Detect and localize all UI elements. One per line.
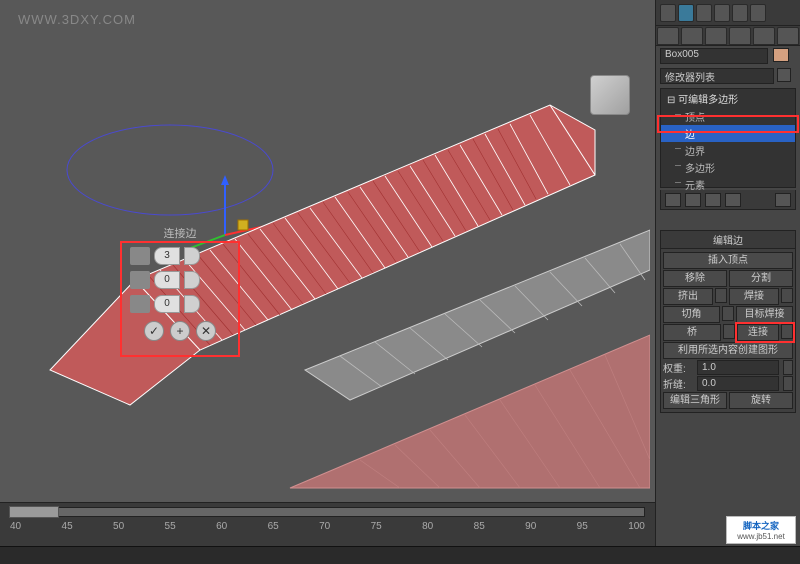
modifier-list-dropdown[interactable]: 修改器列表 [660,68,774,84]
insert-vertex-button[interactable]: 插入顶点 [663,252,793,269]
panel-tab-2[interactable] [681,27,703,45]
tool-hierarchy[interactable] [696,4,712,22]
stack-remove-button[interactable] [725,193,741,207]
turn-button[interactable]: 旋转 [729,392,793,409]
edit-edges-rollout: 编辑边 插入顶点 移除 分割 挤出 焊接 切角 目标焊接 桥 [660,230,796,413]
timeline-track[interactable] [10,507,645,517]
viewcube[interactable] [585,70,635,120]
crease-label: 折缝: [663,376,693,391]
crease-input[interactable]: 0.0 [697,376,779,391]
extrude-settings-button[interactable] [715,288,727,303]
stack-show-button[interactable] [685,193,701,207]
split-button[interactable]: 分割 [729,270,793,287]
bridge-settings-button[interactable] [723,324,735,339]
object-name-input[interactable]: Box005 [660,48,768,64]
panel-tabs [656,26,800,46]
object-color-swatch[interactable] [773,48,789,62]
command-panel: Box005 修改器列表 ⊟ 可编辑多边形 顶点 边 边界 多边形 元素 编辑边… [655,0,800,564]
footer-line1: 脚本之家 [743,519,779,532]
stack-root[interactable]: ⊟ 可编辑多边形 [661,89,795,108]
weight-input[interactable]: 1.0 [697,360,779,375]
create-shape-button[interactable]: 利用所选内容创建图形 [663,342,793,359]
extrude-button[interactable]: 挤出 [663,288,713,305]
timeline[interactable]: 4045 5055 6065 7075 8085 9095 100 [0,502,655,546]
tool-display[interactable] [732,4,748,22]
watermark: WWW.3DXY.COM [18,12,136,27]
stack-config-button[interactable] [775,193,791,207]
edit-edges-header[interactable]: 编辑边 [661,231,795,249]
chamfer-button[interactable]: 切角 [663,306,720,323]
viewcube-cube[interactable] [590,75,630,115]
stack-unique-button[interactable] [705,193,721,207]
panel-tab-5[interactable] [753,27,775,45]
status-bar [0,546,800,564]
tool-utilities[interactable] [750,4,766,22]
viewport[interactable]: 连接边 3 0 0 ✓ + ✕ [0,0,655,502]
stack-sub-border[interactable]: 边界 [661,142,795,159]
tool-modify[interactable] [678,4,694,22]
weight-spinner[interactable] [783,360,793,375]
panel-tab-3[interactable] [705,27,727,45]
connect-settings-button[interactable] [781,324,793,339]
modifier-pin-button[interactable] [777,68,791,82]
panel-tab-4[interactable] [729,27,751,45]
stack-sub-polygon[interactable]: 多边形 [661,159,795,176]
tool-motion[interactable] [714,4,730,22]
stack-sub-element[interactable]: 元素 [661,176,795,193]
stack-pin-button[interactable] [665,193,681,207]
weight-label: 权重: [663,360,693,375]
timeline-ticks: 4045 5055 6065 7075 8085 9095 100 [10,521,645,532]
weld-button[interactable]: 焊接 [729,288,779,305]
tool-create[interactable] [660,4,676,22]
connect-edges-caddy: 连接边 3 0 0 ✓ + ✕ [120,225,240,360]
footer-logo: 脚本之家 www.jb51.net [726,516,796,544]
main-toolbar [656,0,800,26]
stack-edge-highlight [657,115,799,133]
modifier-stack[interactable]: ⊟ 可编辑多边形 顶点 边 边界 多边形 元素 [660,88,796,188]
timeline-slider[interactable] [9,506,59,518]
bridge-button[interactable]: 桥 [663,324,721,341]
weld-settings-button[interactable] [781,288,793,303]
edit-tri-button[interactable]: 编辑三角形 [663,392,727,409]
panel-tab-1[interactable] [657,27,679,45]
caddy-highlight [120,241,240,357]
caddy-title: 连接边 [120,225,240,241]
footer-line2: www.jb51.net [737,532,785,541]
chamfer-settings-button[interactable] [722,306,734,321]
connect-button[interactable]: 连接 [737,324,779,341]
stack-toolbar [660,190,796,210]
remove-button[interactable]: 移除 [663,270,727,287]
panel-tab-6[interactable] [777,27,799,45]
crease-spinner[interactable] [783,376,793,391]
target-weld-button[interactable]: 目标焊接 [736,306,793,323]
